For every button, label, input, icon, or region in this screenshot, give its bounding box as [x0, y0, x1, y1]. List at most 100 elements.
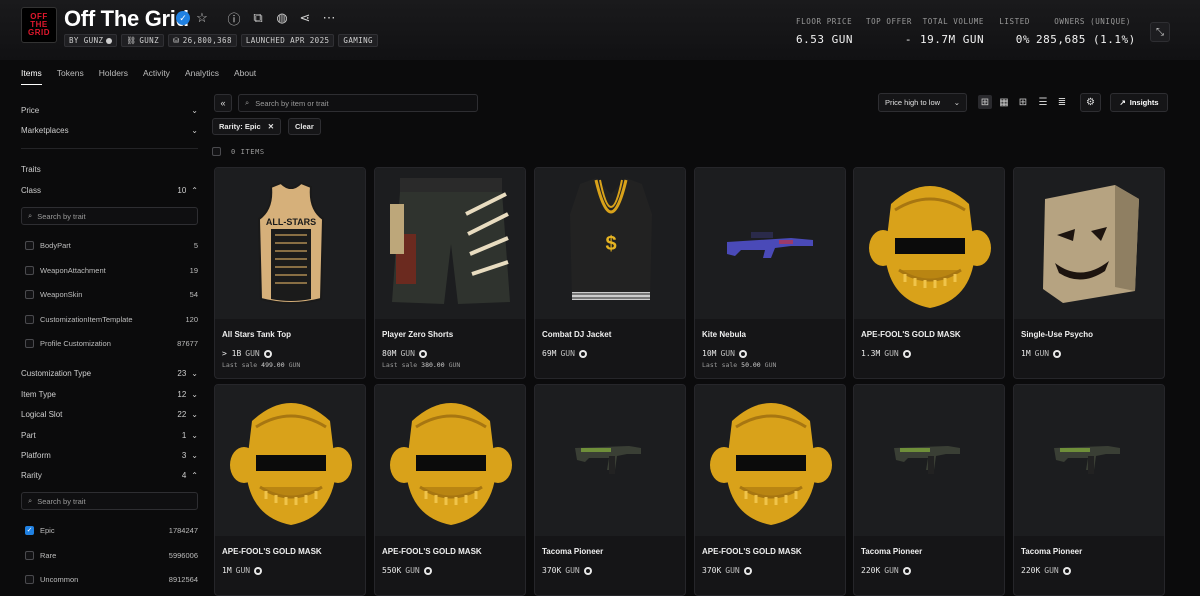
close-icon[interactable]: ✕: [268, 122, 274, 131]
checkbox[interactable]: [25, 265, 34, 275]
rarity-option[interactable]: Uncommon 8912564: [25, 572, 198, 586]
checkbox[interactable]: [25, 550, 34, 560]
class-option[interactable]: WeaponAttachment 19: [25, 263, 198, 277]
item-card[interactable]: Single-Use Psycho 1M GUN: [1013, 167, 1165, 379]
item-card[interactable]: Tacoma Pioneer 220K GUN: [1013, 384, 1165, 596]
tab-tokens[interactable]: Tokens: [57, 68, 84, 85]
insights-button[interactable]: ↗ Insights: [1110, 93, 1168, 112]
filter-customization-type[interactable]: Customization Type 23 ⌄: [21, 365, 198, 381]
filter-item-type[interactable]: Item Type 12 ⌄: [21, 386, 198, 402]
item-card[interactable]: APE-FOOL'S GOLD MASK 550K GUN: [374, 384, 526, 596]
item-card[interactable]: Player Zero Shorts 80M GUN Last sale 380.00…: [374, 167, 526, 379]
rarity-option[interactable]: Rare 5996006: [25, 548, 198, 562]
tab-items[interactable]: Items: [21, 68, 42, 85]
tab-analytics[interactable]: Analytics: [185, 68, 219, 85]
grid-medium-view-icon[interactable]: ▦: [997, 95, 1011, 109]
checkbox[interactable]: [25, 289, 34, 299]
info-icon[interactable]: ⓘ: [226, 10, 242, 27]
class-option[interactable]: WeaponSkin 54: [25, 287, 198, 301]
share-icon[interactable]: ⋖: [297, 10, 313, 26]
checkbox[interactable]: [25, 240, 34, 250]
item-image[interactable]: [854, 385, 1004, 536]
class-trait-search[interactable]: ⌕ Search by trait: [21, 207, 198, 225]
sort-select[interactable]: Price high to low ⌄: [878, 93, 967, 112]
checkbox[interactable]: [25, 314, 34, 324]
item-price: 220K GUN: [861, 566, 911, 575]
star-icon[interactable]: ☆: [194, 10, 210, 26]
chain-icon: ⛓: [126, 36, 137, 45]
item-search-input[interactable]: ⌕ Search by item or trait: [238, 94, 478, 112]
filter-part[interactable]: Part 1 ⌄: [21, 427, 198, 443]
price-value: 220K: [861, 566, 881, 575]
item-card[interactable]: $ Combat DJ Jacket 69M GUN: [534, 167, 686, 379]
list-view-icon[interactable]: ☰: [1036, 95, 1050, 109]
filter-platform[interactable]: Platform 3 ⌄: [21, 447, 198, 463]
rarity-trait-search[interactable]: ⌕ Search by trait: [21, 492, 198, 510]
checkbox[interactable]: [25, 338, 34, 348]
item-image[interactable]: [215, 385, 365, 536]
grid-small-view-icon[interactable]: ⊞: [1016, 95, 1030, 109]
item-image[interactable]: [1014, 385, 1164, 536]
filter-marketplaces[interactable]: Marketplaces ⌄: [21, 122, 198, 138]
rarity-option[interactable]: ✓ Epic 1784247: [25, 523, 198, 537]
class-option[interactable]: CustomizationItemTemplate 120: [25, 312, 198, 326]
tab-about[interactable]: About: [234, 68, 256, 85]
filter-price[interactable]: Price ⌄: [21, 102, 198, 118]
search-icon: ⌕: [28, 211, 33, 220]
item-card[interactable]: APE-FOOL'S GOLD MASK 1M GUN: [214, 384, 366, 596]
item-image[interactable]: ALL-STARS: [215, 168, 365, 319]
filter-rarity[interactable]: Rarity 4 ⌃: [21, 467, 198, 483]
filter-logical-slot[interactable]: Logical Slot 22 ⌄: [21, 406, 198, 422]
last-sale-unit: GUN: [764, 361, 777, 369]
chevron-up-icon: ⌃: [191, 470, 198, 480]
price-value: > 1B: [222, 349, 242, 358]
copy-icon[interactable]: ⧉: [250, 10, 266, 26]
collection-logo: OFF THE GRID: [21, 7, 57, 43]
tag-category: GAMING: [338, 34, 378, 47]
gun-token-icon: [1053, 349, 1062, 358]
item-price: 370K GUN: [702, 566, 752, 575]
item-card[interactable]: Kite Nebula 10M GUN Last sale 50.00 GUN: [694, 167, 846, 379]
more-icon[interactable]: ⋯: [321, 10, 337, 26]
collapse-sidebar-button[interactable]: «: [214, 94, 232, 112]
item-card[interactable]: ALL-STARS All Stars Tank Top > 1B GUN Last s…: [214, 167, 366, 379]
item-card[interactable]: APE-FOOL'S GOLD MASK 370K GUN: [694, 384, 846, 596]
checkbox-checked[interactable]: ✓: [25, 525, 34, 535]
checkbox[interactable]: [25, 574, 34, 584]
tab-activity[interactable]: Activity: [143, 68, 170, 85]
item-card[interactable]: Tacoma Pioneer 370K GUN: [534, 384, 686, 596]
tag-label: GAMING: [343, 36, 373, 45]
item-card[interactable]: APE-FOOL'S GOLD MASK 1.3M GUN: [853, 167, 1005, 379]
filter-class[interactable]: Class 10 ⌃: [21, 182, 198, 198]
table-view-icon[interactable]: ≣: [1055, 95, 1069, 109]
settings-button[interactable]: ⚙: [1080, 93, 1101, 112]
item-image[interactable]: [375, 168, 525, 319]
item-image[interactable]: $: [535, 168, 685, 319]
active-filter-chip[interactable]: Rarity: Epic ✕: [212, 118, 281, 135]
item-name: APE-FOOL'S GOLD MASK: [702, 547, 802, 556]
expand-stats-button[interactable]: ⤡: [1150, 22, 1170, 42]
item-card[interactable]: Tacoma Pioneer 220K GUN: [853, 384, 1005, 596]
stat-value: 285,685 (1.1%): [1036, 33, 1136, 46]
item-image[interactable]: [854, 168, 1004, 319]
grid-large-view-icon[interactable]: ⊞: [978, 95, 992, 109]
svg-text:$: $: [605, 233, 616, 255]
tag-creator[interactable]: BY GUNZ: [64, 34, 118, 47]
tab-holders[interactable]: Holders: [99, 68, 128, 85]
chevron-down-icon: ⌄: [953, 98, 960, 107]
item-image[interactable]: [375, 385, 525, 536]
globe-icon[interactable]: ◍: [274, 10, 290, 26]
option-count: 87677: [177, 338, 198, 348]
gun-token-icon: [263, 349, 272, 358]
item-image[interactable]: [535, 385, 685, 536]
clear-filters-button[interactable]: Clear: [288, 118, 321, 135]
class-option[interactable]: Profile Customization 87677: [25, 336, 198, 350]
item-image[interactable]: [695, 168, 845, 319]
item-image[interactable]: [1014, 168, 1164, 319]
last-sale-label: Last sale: [222, 361, 258, 369]
class-option[interactable]: BodyPart 5: [25, 238, 198, 252]
stat-listed: LISTED 0%: [996, 17, 1030, 46]
select-all-checkbox[interactable]: [212, 147, 221, 156]
item-price: 80M GUN: [382, 349, 427, 358]
item-image[interactable]: [695, 385, 845, 536]
